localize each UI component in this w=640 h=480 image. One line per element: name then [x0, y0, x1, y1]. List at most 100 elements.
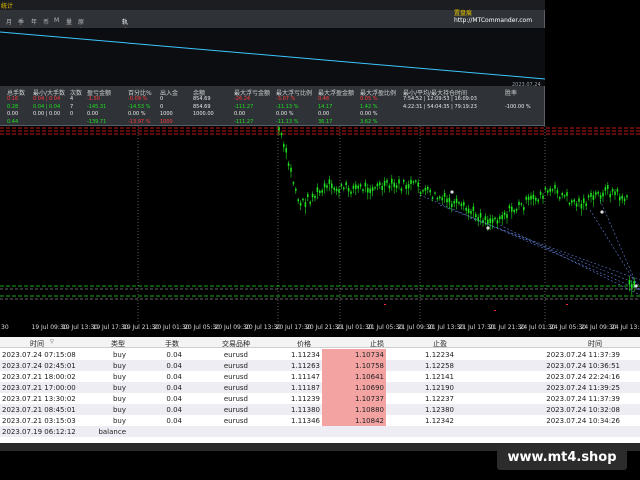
candle-body — [542, 195, 544, 199]
stats-cell: 0.00 — [234, 111, 246, 117]
stats-cell: 854.69 — [193, 103, 211, 110]
column-header-close-time[interactable]: 时间 — [588, 339, 602, 349]
stats-tab[interactable]: 季 — [18, 17, 24, 26]
candle-body — [595, 192, 597, 195]
candle-body — [491, 218, 494, 223]
cell-lots: 0.04 — [166, 351, 182, 359]
stats-cell: 0.04 | 0.04 — [33, 96, 61, 102]
column-header-type[interactable]: 类型 — [111, 339, 125, 349]
column-header-tp[interactable]: 止盈 — [433, 339, 447, 349]
stats-cell: 0.00 % — [360, 111, 378, 117]
cell-symbol: eurusd — [223, 417, 248, 425]
candle-body — [295, 188, 297, 191]
table-row[interactable]: 2023.07.24 02:45:01 buy 0.04 eurusd 1.11263 1… — [0, 360, 640, 371]
candle-body — [287, 163, 290, 166]
cell-symbol: eurusd — [223, 351, 248, 359]
cell-symbol: eurusd — [223, 406, 248, 414]
trade-connector — [589, 209, 640, 291]
cell-lots: 0.04 — [166, 362, 182, 370]
stats-cell: 0.00 % — [276, 111, 294, 117]
candle-body — [376, 183, 379, 187]
candle-body — [446, 198, 448, 203]
candle-body — [551, 189, 554, 191]
cell-symbol: eurusd — [223, 373, 248, 381]
candle-body — [311, 193, 314, 198]
stats-cell: -111.27 — [234, 118, 254, 125]
candle-body — [431, 197, 434, 199]
candle-body — [599, 195, 602, 199]
cell-price: 1.11263 — [291, 362, 320, 370]
stats-tab[interactable]: M — [54, 17, 59, 24]
cell-type: buy — [112, 406, 126, 414]
column-header-price[interactable]: 价格 — [297, 339, 311, 349]
candle-body — [532, 194, 535, 200]
stats-cell: -11.13 % — [276, 118, 299, 125]
candle-body — [400, 188, 403, 191]
stats-tab[interactable]: 币 — [43, 17, 49, 26]
candle-body — [573, 199, 575, 202]
cell-time: 2023.07.24 02:45:01 — [2, 362, 76, 370]
candle-body — [458, 202, 460, 204]
candle-body — [328, 179, 331, 184]
stats-cell: 0.46 — [318, 96, 330, 102]
sort-icon[interactable]: ▽ — [50, 339, 54, 345]
stats-tab[interactable]: 量 — [66, 17, 72, 26]
candle-body — [609, 193, 611, 198]
candle-body — [561, 193, 563, 196]
cell-time: 2023.07.24 07:15:08 — [2, 351, 76, 359]
brand-link[interactable]: 置盘痕 http://MTCommander.com — [454, 8, 544, 24]
table-row[interactable]: 2023.07.21 08:45:01 buy 0.04 eurusd 1.11380 1… — [0, 404, 640, 415]
stats-cell: 4:22:31 | 54:04:35 | 79:19:23 — [403, 103, 477, 110]
cell-sl: 1.10690 — [355, 384, 384, 392]
column-header-sl[interactable]: 止损 — [370, 339, 384, 349]
candle-body — [323, 183, 326, 188]
candle-body — [597, 191, 599, 194]
stats-cell: -145.31 — [87, 103, 107, 110]
candle-body — [443, 192, 446, 197]
candle-body — [374, 187, 376, 189]
stats-cell: 0 — [70, 111, 74, 117]
candle-body — [633, 280, 635, 286]
watermark: www.mt4.shop — [497, 446, 627, 470]
cell-tp: 1.12234 — [425, 351, 454, 359]
candle-body — [347, 187, 350, 192]
stats-cell: 1000 — [160, 111, 173, 117]
candle-body — [477, 217, 479, 221]
candle-body — [383, 181, 386, 186]
cell-price: 1.11239 — [291, 395, 320, 403]
cell-close-time: 2023.07.24 10:34:26 — [546, 417, 620, 425]
candle-body — [335, 188, 338, 192]
cell-time: 2023.07.21 13:30:02 — [2, 395, 76, 403]
table-row[interactable]: 2023.07.21 03:15:03 buy 0.04 eurusd 1.11346 1… — [0, 415, 640, 426]
stats-tab[interactable]: 年 — [31, 17, 37, 26]
column-header-lots[interactable]: 手数 — [165, 339, 179, 349]
table-row[interactable]: 2023.07.19 06:12:12 balance — [0, 426, 640, 437]
candle-body — [314, 195, 316, 199]
table-row[interactable]: 2023.07.21 17:00:00 buy 0.04 eurusd 1.11187 1… — [0, 382, 640, 393]
candle-body — [583, 198, 585, 203]
table-row[interactable]: 2023.07.21 13:30:02 buy 0.04 eurusd 1.11239 1… — [0, 393, 640, 404]
candle-body — [487, 219, 489, 225]
brand-url[interactable]: http://MTCommander.com — [454, 17, 532, 24]
candle-body — [307, 194, 309, 197]
table-row[interactable]: 2023.07.24 07:15:08 buy 0.04 eurusd 1.11234 1… — [0, 349, 640, 360]
stats-tab[interactable]: 月 — [6, 17, 12, 26]
stats-cell: 7 — [70, 103, 74, 110]
equity-line-canvas — [0, 31, 546, 80]
candle-body — [359, 184, 362, 187]
candle-body — [422, 190, 424, 192]
table-row[interactable]: 2023.07.21 18:00:02 buy 0.04 eurusd 1.11147 1… — [0, 371, 640, 382]
candle-body — [544, 187, 547, 190]
stats-cell: -26.24 — [234, 96, 251, 102]
axis-time-label: 30 — [1, 324, 9, 331]
stats-cell: 0.00 % — [128, 111, 146, 117]
cell-close-time: 2023.07.24 11:39:25 — [546, 384, 620, 392]
cell-type: buy — [112, 351, 126, 359]
candle-body — [427, 187, 429, 190]
stats-cell: -1.50 — [87, 96, 100, 102]
candle-body — [535, 197, 537, 201]
stats-cell: 0 — [160, 96, 164, 102]
candle-body — [499, 216, 501, 220]
column-header-time[interactable]: 时间 — [30, 339, 44, 349]
column-header-symbol[interactable]: 交易品种 — [222, 339, 250, 349]
